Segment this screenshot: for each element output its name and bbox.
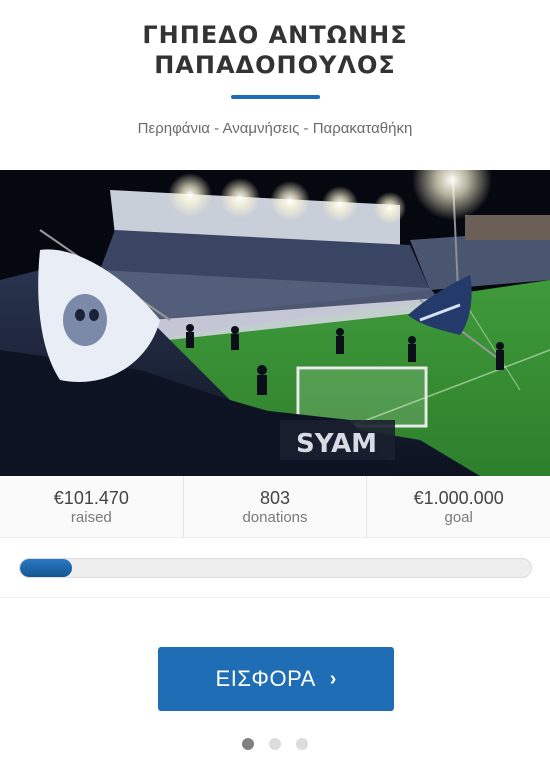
- goal-label: goal: [444, 509, 473, 526]
- page-title: ΓΗΠΕΔΟ ΑΝΤΩΝΗΣ ΠΑΠΑΔΟΠΟΥΛΟΣ: [0, 20, 550, 80]
- title-underline: [231, 95, 320, 99]
- goal-amount: €1.000.000: [413, 488, 504, 508]
- title-line-1: ΓΗΠΕΔΟ ΑΝΤΩΝΗΣ: [142, 21, 408, 49]
- stat-donations: 803 donations: [184, 476, 368, 537]
- donate-button[interactable]: ΕΙΣΦΟΡΑ ›: [158, 647, 394, 711]
- progress-fill: [20, 559, 72, 577]
- title-line-2: ΠΑΠΑΔΟΠΟΥΛΟΣ: [154, 51, 396, 79]
- campaign-stats: €101.470 raised 803 donations €1.000.000…: [0, 476, 550, 538]
- campaign-header: ΓΗΠΕΔΟ ΑΝΤΩΝΗΣ ΠΑΠΑΔΟΠΟΥΛΟΣ Περηφάνια - …: [0, 0, 550, 170]
- stadium-illustration: SYAM: [0, 170, 550, 476]
- donations-count: 803: [259, 488, 291, 508]
- carousel-dot-3[interactable]: [296, 738, 308, 750]
- page-subtitle: Περηφάνια - Αναμνήσεις - Παρακαταθήκη: [137, 120, 413, 137]
- raised-amount: €101.470: [53, 488, 129, 508]
- stat-goal: €1.000.000 goal: [367, 476, 550, 537]
- donations-label: donations: [242, 509, 308, 526]
- progress-section: [0, 538, 550, 598]
- chevron-right-icon: ›: [329, 668, 337, 690]
- banner-text: SYAM: [296, 429, 377, 459]
- stadium-photo: SYAM: [0, 170, 550, 476]
- carousel-dot-1[interactable]: [242, 738, 254, 750]
- donate-button-label: ΕΙΣΦΟΡΑ: [215, 666, 316, 691]
- carousel-dots: [0, 738, 550, 750]
- raised-label: raised: [70, 509, 112, 526]
- carousel-dot-2[interactable]: [269, 738, 281, 750]
- stat-raised: €101.470 raised: [0, 476, 184, 537]
- progress-bar: [19, 558, 532, 578]
